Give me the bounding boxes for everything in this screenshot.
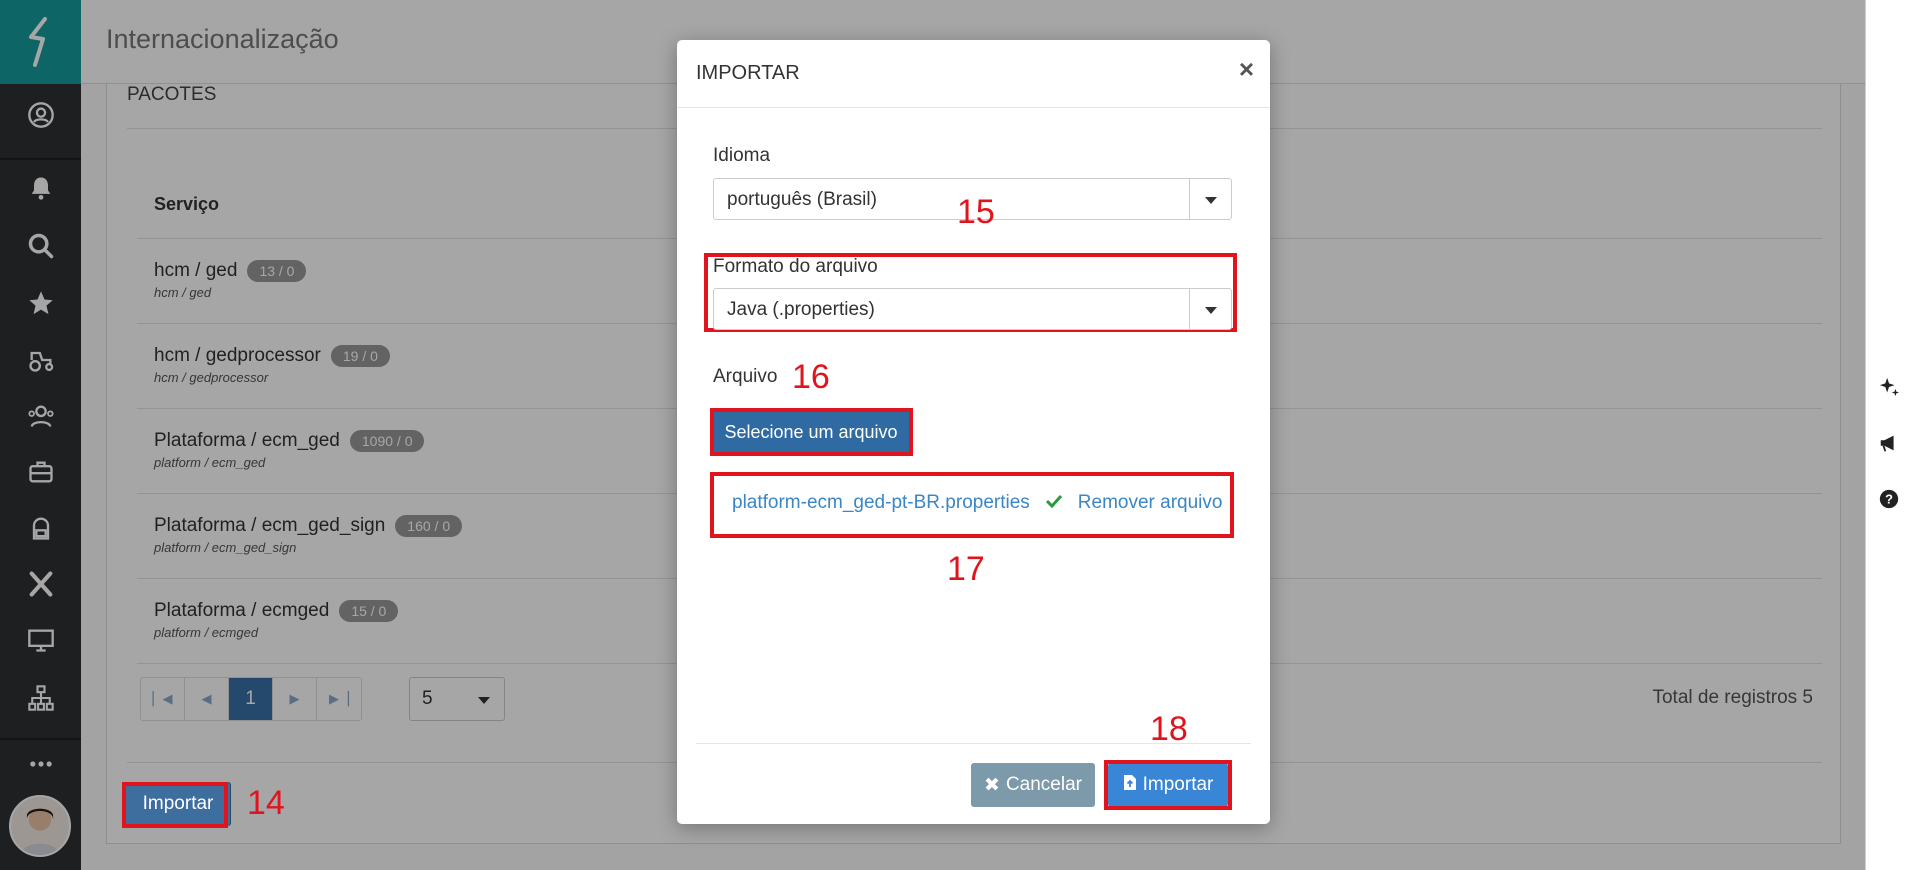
format-label: Formato do arquivo (713, 256, 878, 277)
highlight-box-16 (710, 408, 913, 456)
sparkle-icon[interactable] (1876, 374, 1902, 400)
annotation-14: 14 (247, 784, 285, 822)
highlight-box-18 (1104, 760, 1232, 810)
language-value: português (Brasil) (727, 189, 877, 210)
help-icon[interactable]: ? (1876, 486, 1902, 512)
chevron-down-icon (1205, 197, 1217, 204)
highlight-box-14 (122, 782, 228, 828)
language-label: Idioma (713, 145, 771, 166)
cancel-button[interactable]: ✖ Cancelar (971, 763, 1095, 807)
format-value: Java (.properties) (727, 299, 875, 320)
file-label: Arquivo (713, 366, 778, 387)
cancel-button-label: Cancelar (1005, 774, 1082, 795)
check-icon (1045, 492, 1062, 514)
select-divider (1189, 179, 1190, 219)
modal-header: IMPORTAR × (677, 40, 1270, 108)
modal-title: IMPORTAR (696, 62, 800, 84)
megaphone-icon[interactable] (1876, 430, 1902, 456)
annotation-17: 17 (947, 550, 985, 588)
close-icon[interactable]: × (1239, 54, 1254, 85)
chevron-down-icon (1205, 307, 1217, 314)
modal-footer-divider (696, 743, 1251, 744)
import-modal: IMPORTAR × Idioma português (Brasil) 15 … (677, 40, 1270, 824)
close-icon: ✖ (984, 774, 1000, 796)
select-divider (1189, 289, 1190, 329)
svg-text:?: ? (1885, 492, 1893, 507)
file-format-select[interactable]: Java (.properties) (713, 288, 1232, 330)
remove-file-link[interactable]: Remover arquivo (1078, 492, 1223, 514)
file-name-link[interactable]: platform-ecm_ged-pt-BR.properties (732, 492, 1030, 514)
annotation-16: 16 (792, 358, 830, 396)
selected-file-row: platform-ecm_ged-pt-BR.properties Remove… (732, 492, 1222, 514)
annotation-15: 15 (957, 193, 995, 231)
